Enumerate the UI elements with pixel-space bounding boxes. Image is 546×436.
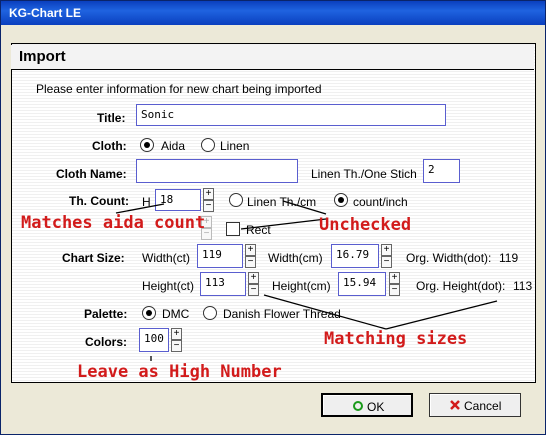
annotation-matches-aida: Matches aida count bbox=[21, 213, 206, 233]
arrow-sizes-left bbox=[263, 294, 387, 330]
annotation-unchecked: Unchecked bbox=[319, 215, 412, 235]
button-bar: OK Cancel bbox=[11, 387, 534, 427]
ok-button[interactable]: OK bbox=[321, 393, 413, 417]
ok-label: OK bbox=[367, 400, 385, 414]
cancel-button[interactable]: Cancel bbox=[429, 393, 521, 417]
arrow-unchecked-rect bbox=[240, 218, 327, 230]
cancel-label: Cancel bbox=[464, 399, 502, 413]
ok-icon bbox=[353, 401, 363, 411]
arrow-unchecked-unit bbox=[282, 200, 327, 215]
cancel-icon bbox=[450, 400, 460, 410]
arrow-sizes-right bbox=[385, 300, 498, 330]
annotation-leave-high: Leave as High Number bbox=[77, 362, 282, 382]
arrow-matches-aida bbox=[115, 203, 165, 214]
annotation-matching-sizes: Matching sizes bbox=[324, 329, 468, 349]
app-window: KG-Chart LE Import Please enter informat… bbox=[0, 0, 546, 435]
